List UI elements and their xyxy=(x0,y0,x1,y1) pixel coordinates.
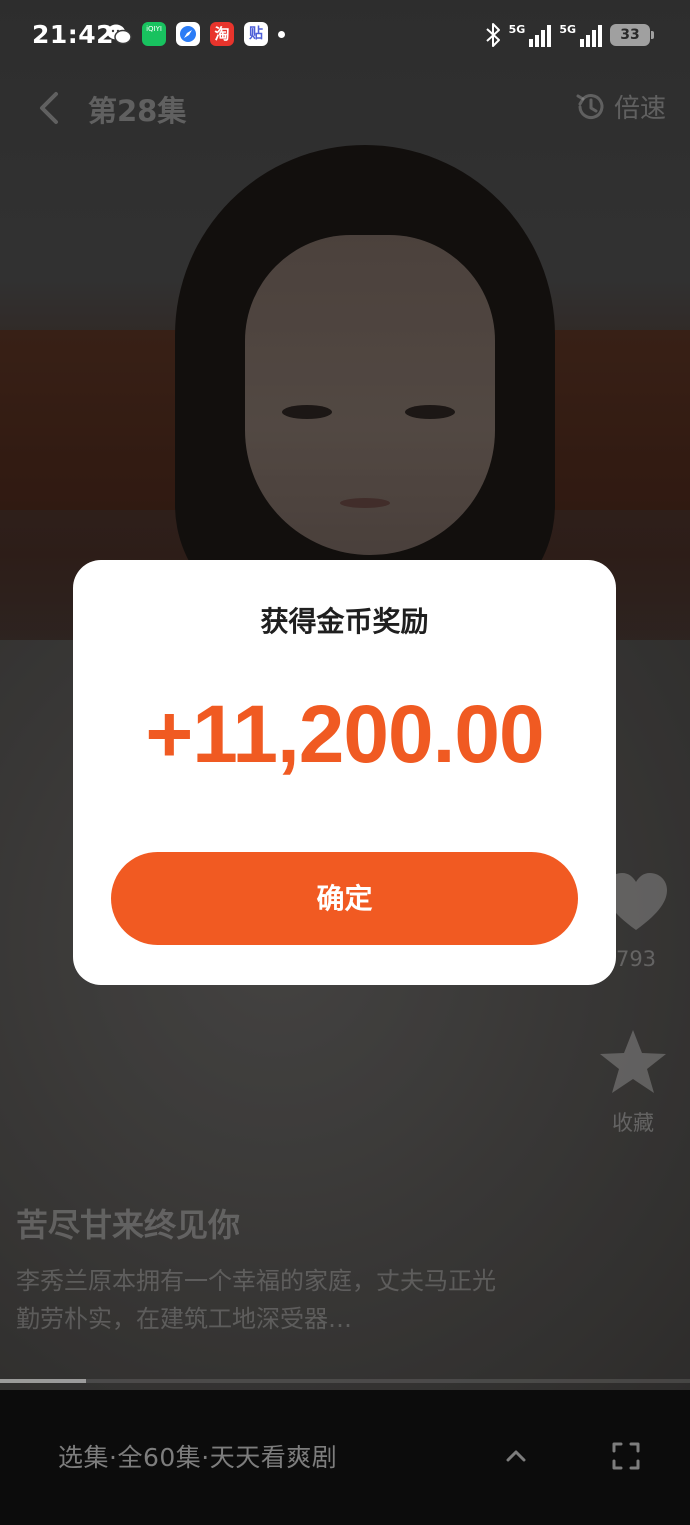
compass-app-icon xyxy=(176,22,200,46)
status-indicators: 5G 5G 33 xyxy=(485,22,654,48)
wechat-icon xyxy=(107,24,132,45)
expand-button[interactable] xyxy=(498,1438,534,1474)
progress-fill xyxy=(0,1379,87,1383)
fullscreen-icon xyxy=(612,1442,640,1470)
notification-icons: iQIYI 淘 贴 xyxy=(106,22,285,46)
bottom-bar: 选集·全60集·天天看爽剧 xyxy=(0,1390,690,1525)
reward-dialog: 获得金币奖励 +11,200.00 确定 xyxy=(73,560,616,985)
status-bar: 21:42 iQIYI 淘 贴 5G 5G 33 xyxy=(0,0,690,70)
chevron-up-icon xyxy=(506,1450,526,1462)
bluetooth-icon xyxy=(485,23,500,47)
more-notifications-dot xyxy=(278,30,285,38)
screen: 第28集 倍速 793 收藏 苦尽甘来终见你 李秀兰原本拥有一个幸福的家庭，丈夫… xyxy=(0,0,690,1525)
iqiyi-icon: iQIYI xyxy=(142,22,166,46)
fullscreen-button[interactable] xyxy=(608,1438,644,1474)
episode-selector[interactable]: 选集·全60集·天天看爽剧 xyxy=(58,1438,337,1474)
progress-bar[interactable] xyxy=(0,1379,690,1383)
status-time: 21:42 xyxy=(32,20,115,49)
tieba-icon: 贴 xyxy=(244,22,268,46)
reward-amount: +11,200.00 xyxy=(145,689,544,780)
taobao-icon: 淘 xyxy=(210,22,234,46)
reward-dialog-title: 获得金币奖励 xyxy=(260,605,429,638)
battery-icon: 33 xyxy=(610,24,654,46)
signal-icon-2: 5G xyxy=(559,23,602,47)
confirm-button[interactable]: 确定 xyxy=(111,852,578,945)
signal-icon-1: 5G xyxy=(509,23,552,47)
